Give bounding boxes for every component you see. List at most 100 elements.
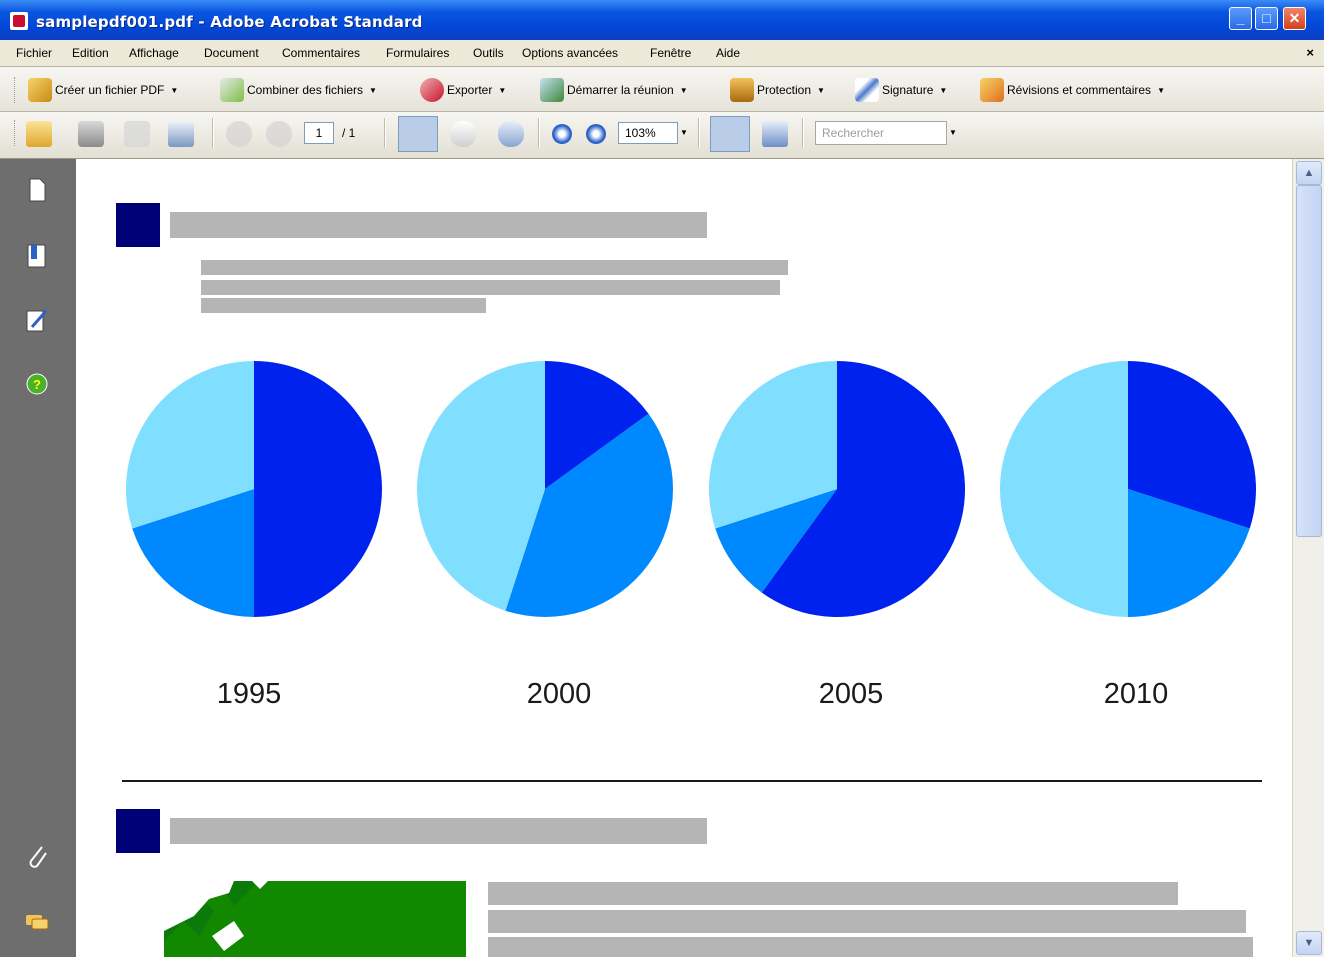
pie-slice-2010-2 (1000, 361, 1128, 617)
open-folder-icon[interactable] (26, 121, 52, 147)
page-number-input[interactable]: 1 (304, 122, 334, 144)
previous-page-icon[interactable] (226, 121, 252, 147)
chevron-down-icon: ▼ (679, 85, 688, 95)
chevron-down-icon: ▼ (1157, 85, 1165, 95)
menu-fenetre[interactable]: Fenêtre (650, 46, 691, 60)
heading-placeholder (170, 818, 707, 844)
combine-files-button[interactable]: Combiner des fichiers ▼ (220, 77, 377, 103)
menu-document[interactable]: Document (204, 46, 259, 60)
pie-chart-2005 (709, 361, 965, 617)
create-pdf-button[interactable]: Créer un fichier PDF ▼ (28, 77, 178, 103)
section-title-square (116, 203, 160, 247)
navigation-panel: ? (0, 159, 76, 957)
zoom-in-icon[interactable] (586, 124, 606, 144)
toolbar-separator (538, 118, 540, 148)
menu-bar: Fichier Edition Affichage Document Comme… (0, 40, 1324, 67)
chevron-down-icon: ▼ (170, 85, 179, 95)
menu-edition[interactable]: Edition (72, 46, 109, 60)
create-pdf-icon (28, 78, 52, 102)
save-icon[interactable] (124, 121, 150, 147)
combine-files-label: Combiner des fichiers (247, 83, 364, 97)
text-line-placeholder (201, 260, 788, 275)
export-button[interactable]: Exporter ▼ (420, 77, 506, 103)
year-label-2010: 2010 (1103, 678, 1169, 710)
text-line-placeholder (488, 910, 1246, 933)
pages-icon[interactable] (22, 175, 52, 205)
pie-chart-2000 (417, 361, 673, 617)
menu-options-avancees[interactable]: Options avancées (522, 46, 618, 60)
chevron-down-icon: ▼ (817, 85, 825, 95)
maximize-button[interactable]: □ (1255, 7, 1278, 30)
print-icon[interactable] (78, 121, 104, 147)
hand-tool-icon[interactable] (450, 121, 476, 147)
toolbar-separator (212, 118, 214, 148)
toolbar-separator (384, 118, 386, 148)
scroll-up-icon[interactable]: ▲ (1296, 161, 1322, 185)
pie-chart-1995 (126, 361, 382, 617)
minimize-icon: _ (1236, 10, 1245, 26)
year-label-2000: 2000 (526, 678, 592, 710)
search-dropdown-icon[interactable]: ▼ (947, 121, 959, 145)
close-document-icon[interactable]: × (1306, 45, 1314, 60)
section-divider (122, 780, 1262, 782)
year-label-1995: 1995 (216, 678, 282, 710)
meeting-icon (540, 78, 564, 102)
attachment-icon[interactable] (22, 841, 52, 871)
toolbar-grip[interactable] (14, 120, 18, 146)
toolbar-separator (802, 118, 804, 148)
chevron-down-icon: ▼ (939, 85, 948, 95)
window-title: samplepdf001.pdf - Adobe Acrobat Standar… (36, 13, 423, 31)
text-line-placeholder (488, 882, 1178, 905)
close-window-button[interactable]: ✕ (1283, 7, 1306, 30)
bookmarks-icon[interactable] (22, 241, 52, 271)
text-line-placeholder (488, 937, 1253, 957)
pie-slice-1995-0 (254, 361, 382, 617)
full-screen-icon[interactable] (762, 121, 788, 147)
signatures-icon[interactable] (22, 305, 52, 335)
scrollbar-thumb[interactable] (1296, 185, 1322, 537)
next-page-icon[interactable] (266, 121, 292, 147)
chevron-down-icon: ▼ (369, 85, 377, 95)
review-comment-label: Révisions et commentaires (1007, 83, 1152, 97)
start-meeting-button[interactable]: Démarrer la réunion ▼ (540, 77, 688, 103)
zoom-tool-icon[interactable] (498, 121, 524, 147)
search-input[interactable]: Rechercher (815, 121, 947, 145)
tasks-toolbar: Créer un fichier PDF ▼ Combiner des fich… (0, 67, 1324, 112)
review-comment-button[interactable]: Révisions et commentaires ▼ (980, 77, 1165, 103)
acrobat-app-icon[interactable] (10, 12, 28, 30)
close-icon: ✕ (1288, 10, 1301, 26)
protection-label: Protection (757, 83, 812, 97)
pie-chart-2010 (1000, 361, 1256, 617)
zoom-out-icon[interactable] (552, 124, 572, 144)
menu-outils[interactable]: Outils (473, 46, 504, 60)
protection-button[interactable]: Protection ▼ (730, 77, 825, 103)
select-tool-icon[interactable] (398, 116, 438, 152)
toolbar-grip[interactable] (14, 77, 18, 103)
scroll-down-icon[interactable]: ▼ (1296, 931, 1322, 955)
signature-button[interactable]: Signature ▼ (855, 77, 947, 103)
email-icon[interactable] (168, 121, 194, 147)
signature-label: Signature (882, 83, 934, 97)
menu-aide[interactable]: Aide (716, 46, 740, 60)
menu-formulaires[interactable]: Formulaires (386, 46, 449, 60)
fit-page-icon[interactable] (710, 116, 750, 152)
vertical-scrollbar[interactable]: ▲ ▼ (1292, 159, 1324, 957)
export-label: Exporter (447, 83, 493, 97)
help-icon[interactable]: ? (22, 369, 52, 399)
section-title-square (116, 809, 160, 853)
page-total: / 1 (342, 126, 356, 140)
minimize-button[interactable]: _ (1229, 7, 1252, 30)
create-pdf-label: Créer un fichier PDF (55, 83, 165, 97)
chevron-down-icon: ▼ (498, 85, 507, 95)
combine-files-icon (220, 78, 244, 102)
year-label-2005: 2005 (818, 678, 884, 710)
pen-icon (855, 78, 879, 102)
menu-commentaires[interactable]: Commentaires (282, 46, 360, 60)
menu-affichage[interactable]: Affichage (129, 46, 179, 60)
zoom-dropdown-icon[interactable]: ▼ (678, 122, 690, 144)
zoom-level-input[interactable]: 103% (618, 122, 678, 144)
text-line-placeholder (201, 298, 486, 313)
menu-fichier[interactable]: Fichier (16, 46, 52, 60)
comments-icon[interactable] (22, 907, 52, 937)
text-line-placeholder (201, 280, 780, 295)
